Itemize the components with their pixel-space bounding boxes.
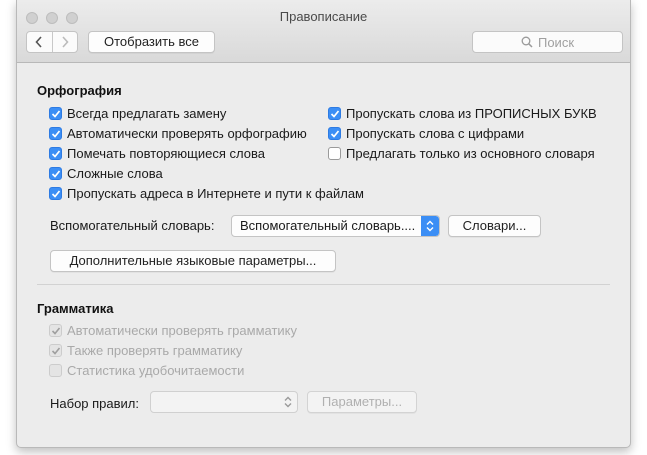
section-divider	[37, 284, 610, 285]
checkbox-checked-icon	[49, 187, 62, 200]
search-input[interactable]: Поиск	[472, 31, 623, 53]
checkbox-label: Статистика удобочитаемости	[67, 363, 245, 378]
checkbox-compound-words[interactable]: Сложные слова	[49, 166, 163, 181]
spelling-section-title: Орфография	[37, 83, 122, 98]
checkbox-checked-icon	[328, 107, 341, 120]
checkbox-checked-icon	[49, 167, 62, 180]
custom-dictionary-select[interactable]: Вспомогательный словарь....	[231, 215, 440, 237]
ruleset-settings-button[interactable]: Параметры...	[307, 391, 417, 413]
show-all-button[interactable]: Отобразить все	[88, 31, 215, 53]
dictionaries-button[interactable]: Словари...	[448, 215, 541, 237]
custom-dictionary-value: Вспомогательный словарь....	[240, 218, 416, 233]
chevron-left-icon	[35, 36, 42, 48]
grammar-section-title: Грамматика	[37, 301, 114, 316]
checkbox-main-dictionary-only[interactable]: Предлагать только из основного словаря	[328, 146, 595, 161]
preferences-window: Правописание Отобразить все Поиск Орфогр…	[16, 0, 631, 448]
checkbox-label: Также проверять грамматику	[67, 343, 243, 358]
window-title: Правописание	[279, 9, 368, 24]
checkbox-label: Пропускать адреса в Интернете и пути к ф…	[67, 186, 364, 201]
checkbox-label: Предлагать только из основного словаря	[346, 146, 595, 161]
checkbox-ignore-uppercase[interactable]: Пропускать слова из ПРОПИСНЫХ БУКВ	[328, 106, 597, 121]
checkbox-checked-icon	[49, 107, 62, 120]
checkbox-checked-icon	[328, 127, 341, 140]
ruleset-select[interactable]	[150, 391, 298, 413]
updown-arrows-icon	[421, 216, 439, 236]
checkbox-checked-icon	[49, 147, 62, 160]
search-placeholder: Поиск	[537, 34, 575, 50]
advanced-language-settings-button[interactable]: Дополнительные языковые параметры...	[50, 250, 336, 272]
back-button[interactable]	[27, 32, 52, 52]
checkbox-auto-check-spelling[interactable]: Автоматически проверять орфографию	[49, 126, 307, 141]
checkbox-also-check-grammar[interactable]: Также проверять грамматику	[49, 343, 242, 358]
title-bar: Правописание Отобразить все Поиск	[17, 0, 630, 63]
custom-dictionary-label: Вспомогательный словарь:	[50, 218, 215, 233]
checkbox-label: Пропускать слова с цифрами	[346, 126, 525, 141]
checkbox-label: Всегда предлагать замену	[67, 106, 227, 121]
search-icon	[521, 36, 533, 48]
checkbox-ignore-numbers[interactable]: Пропускать слова с цифрами	[328, 126, 524, 141]
forward-button[interactable]	[53, 32, 78, 52]
checkbox-checked-icon	[49, 344, 62, 357]
checkbox-checked-icon	[49, 127, 62, 140]
checkbox-label: Автоматически проверять грамматику	[67, 323, 298, 338]
updown-arrows-icon	[279, 392, 297, 412]
ruleset-label: Набор правил:	[50, 396, 140, 411]
checkbox-always-suggest[interactable]: Всегда предлагать замену	[49, 106, 226, 121]
checkbox-unchecked-icon	[328, 147, 341, 160]
checkbox-ignore-urls[interactable]: Пропускать адреса в Интернете и пути к ф…	[49, 186, 364, 201]
chevron-right-icon	[62, 36, 69, 48]
checkbox-flag-repeated-words[interactable]: Помечать повторяющиеся слова	[49, 146, 265, 161]
checkbox-label: Пропускать слова из ПРОПИСНЫХ БУКВ	[346, 106, 597, 121]
back-forward-control	[26, 31, 78, 53]
checkbox-readability-stats[interactable]: Статистика удобочитаемости	[49, 363, 244, 378]
checkbox-auto-check-grammar[interactable]: Автоматически проверять грамматику	[49, 323, 297, 338]
checkbox-label: Автоматически проверять орфографию	[67, 126, 307, 141]
checkbox-label: Помечать повторяющиеся слова	[67, 146, 265, 161]
checkbox-unchecked-icon	[49, 364, 62, 377]
checkbox-label: Сложные слова	[67, 166, 163, 181]
checkbox-checked-icon	[49, 324, 62, 337]
